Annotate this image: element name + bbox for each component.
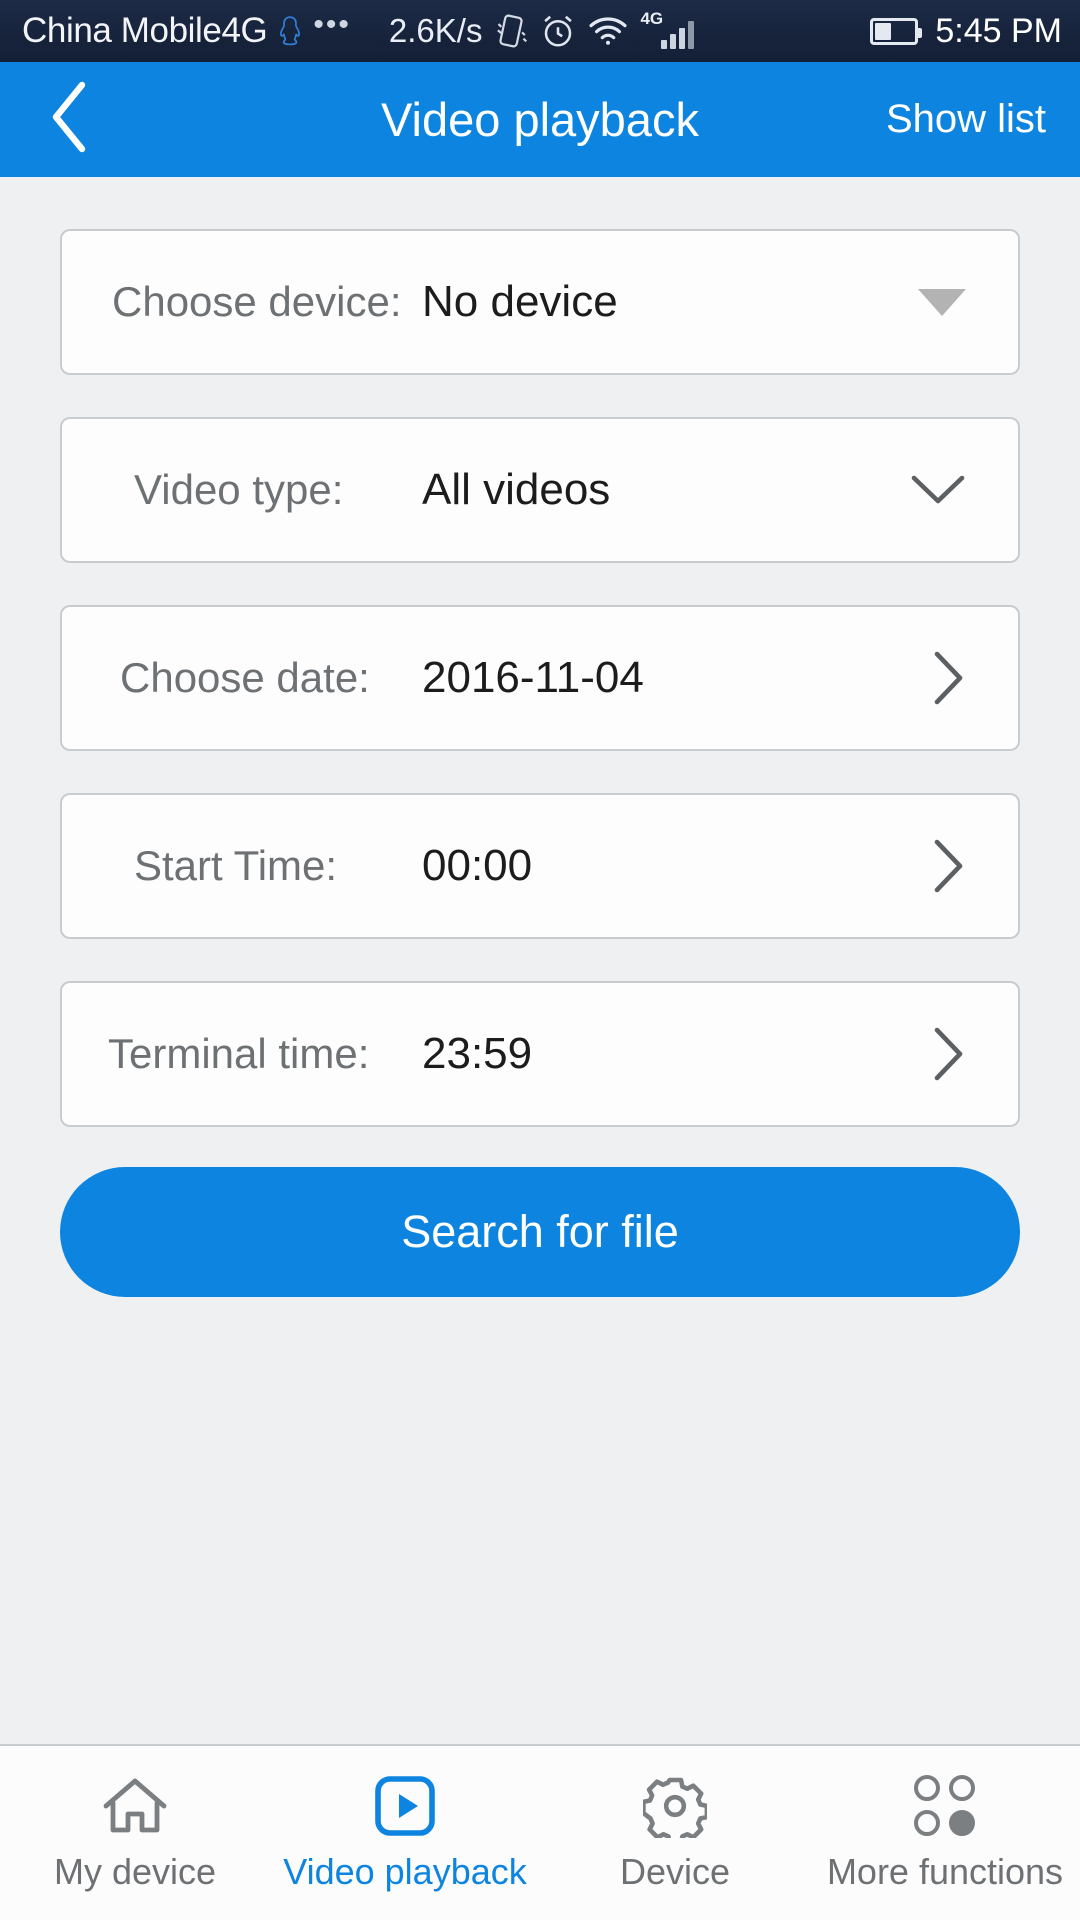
terminal-time-value: 23:59 — [422, 1029, 533, 1078]
start-time-label: Start Time: — [134, 842, 338, 889]
tab-label-more-functions: More functions — [826, 1851, 1064, 1892]
start-time-row[interactable]: Start Time: 00:00 — [60, 793, 1020, 939]
video-type-label: Video type: — [134, 466, 344, 513]
terminal-time-row[interactable]: Terminal time: 23:59 — [60, 981, 1020, 1127]
network-speed-label: 2.6K/s — [388, 12, 483, 49]
system-status-bar: China Mobile4G ••• 2.6K/s 4G 5:45 PM — [0, 0, 1080, 62]
app-root: China Mobile4G ••• 2.6K/s 4G 5:45 PM Vid… — [0, 0, 1080, 1920]
tab-more-functions[interactable]: More functions — [810, 1746, 1080, 1920]
clock-label: 5:45 PM — [935, 11, 1062, 50]
choose-device-value: No device — [422, 277, 618, 326]
chevron-right-icon[interactable] — [932, 838, 966, 894]
tab-video-playback[interactable]: Video playback — [270, 1746, 540, 1920]
carrier-label: China Mobile4G — [22, 11, 268, 50]
choose-date-value: 2016-11-04 — [422, 653, 644, 702]
signal-bars-icon: 4G — [640, 9, 695, 49]
wifi-icon — [588, 15, 628, 47]
app-header: Video playback Show list — [0, 62, 1080, 177]
qq-penguin-icon — [277, 15, 303, 47]
start-time-value: 00:00 — [422, 841, 533, 890]
chevron-left-icon — [48, 79, 92, 160]
video-type-row[interactable]: Video type: All videos — [60, 417, 1020, 563]
network-type-label: 4G — [640, 9, 664, 28]
status-bar-middle: 2.6K/s 4G — [388, 9, 695, 50]
choose-date-label: Choose date: — [120, 654, 370, 701]
gear-icon — [643, 1773, 707, 1839]
terminal-time-label: Terminal time: — [108, 1030, 370, 1077]
show-list-button[interactable]: Show list — [886, 97, 1046, 142]
home-icon — [102, 1773, 168, 1839]
choose-device-label: Choose device: — [112, 278, 402, 325]
chevron-right-icon[interactable] — [932, 650, 966, 706]
tab-label-video-playback: Video playback — [283, 1851, 527, 1892]
choose-date-row[interactable]: Choose date: 2016-11-04 — [60, 605, 1020, 751]
vibrate-icon — [494, 13, 528, 49]
four-circles-icon — [914, 1773, 976, 1839]
back-button[interactable] — [34, 79, 106, 161]
status-bar-left: China Mobile4G ••• — [22, 8, 351, 51]
bottom-navigation: My device Video playback Device More fun… — [0, 1744, 1080, 1920]
search-for-file-button[interactable]: Search for file — [60, 1167, 1020, 1297]
chevron-right-icon[interactable] — [932, 1026, 966, 1082]
main-content: Choose device: No device Video type: All… — [0, 177, 1080, 1744]
triangle-down-icon[interactable] — [918, 288, 966, 316]
battery-icon — [870, 17, 923, 45]
status-bar-right: 5:45 PM — [870, 12, 1062, 51]
tab-label-my-device: My device — [53, 1851, 217, 1892]
choose-device-row[interactable]: Choose device: No device — [60, 229, 1020, 375]
ellipsis-icon: ••• — [313, 8, 351, 41]
signal-bars — [661, 21, 695, 49]
chevron-down-icon[interactable] — [910, 473, 966, 507]
alarm-clock-icon — [540, 13, 576, 49]
play-square-icon — [374, 1773, 436, 1839]
tab-label-device: Device — [619, 1851, 731, 1892]
tab-my-device[interactable]: My device — [0, 1746, 270, 1920]
video-type-value: All videos — [422, 465, 611, 514]
tab-device[interactable]: Device — [540, 1746, 810, 1920]
